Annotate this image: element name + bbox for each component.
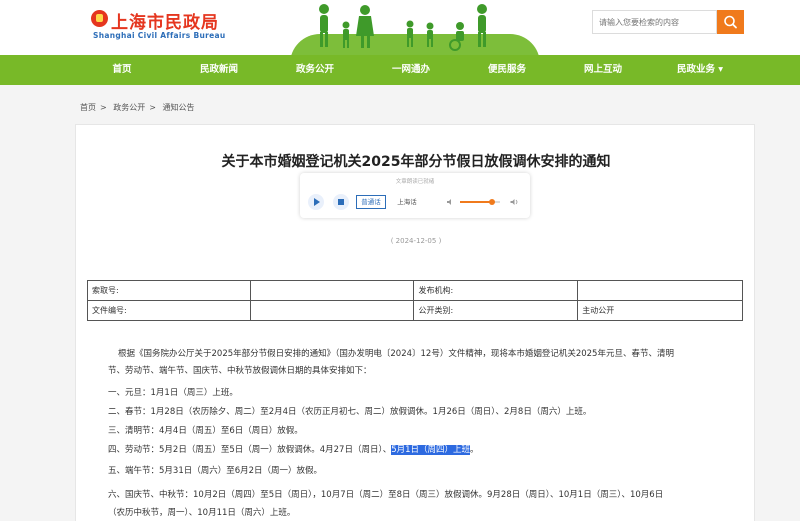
body-paragraph: 根据《国务院办公厅关于2025年部分节假日安排的通知》（国办发明电〔2024〕1… [118,349,674,359]
table-row: 文件编号: 公开类别: 主动公开 [87,300,743,321]
search-input[interactable] [592,10,717,34]
breadcrumb-separator: > [149,103,156,112]
audio-player: 文章朗读已就绪 普通话 上海话 [300,173,530,218]
list-item-text: 。 [470,445,479,455]
list-item: 二、春节：1月28日（农历除夕、周二）至2月4日（农历正月初七、周二）放假调休。… [108,407,592,417]
play-button[interactable] [308,194,324,210]
table-cell [249,280,415,301]
breadcrumb-home[interactable]: 首页 [80,103,96,112]
site-logo[interactable]: 上海市民政局 Shanghai Civil Affairs Bureau [91,8,225,44]
logo-title: 上海市民政局 [111,13,219,33]
table-cell [249,300,415,321]
emblem-icon [91,10,108,27]
volume-high-icon [510,199,518,205]
site-header: 上海市民政局 Shanghai Civil Affairs Bureau [0,0,800,64]
nav-item-business[interactable]: 民政业务 ▾ [677,55,723,85]
document-info-table: 索取号: 发布机构: 文件编号: 公开类别: 主动公开 [87,280,743,321]
volume-low-icon [447,199,451,205]
article-title: 关于本市婚姻登记机关2025年部分节假日放假调休安排的通知 [221,154,611,170]
shanghainese-toggle[interactable]: 上海话 [392,195,422,209]
list-item-text: 四、劳动节：5月2日（周五）至5日（周一）放假调休。4月27日（周日）、 [108,445,392,455]
list-item: （农历中秋节，周一）、10月11日（周六）上班。 [108,508,296,518]
breadcrumb-notices[interactable]: 通知公告 [163,103,195,112]
list-item: 六、国庆节、中秋节：10月2日（周四）至5日（周日），10月7日（周二）至8日（… [108,490,664,500]
breadcrumb-separator: > [100,103,107,112]
list-item: 五、端午节：5月31日（周六）至6月2日（周一）放假。 [108,466,323,476]
list-item: 三、清明节：4月4日（周五）至6日（周日）放假。 [108,426,303,436]
logo-subtitle: Shanghai Civil Affairs Bureau [93,31,226,40]
search-button[interactable] [717,10,744,34]
mandarin-toggle[interactable]: 普通话 [356,195,386,209]
breadcrumb: 首页 > 政务公开 > 通知公告 [80,102,199,113]
table-cell: 主动公开 [577,300,743,321]
table-cell [577,280,743,301]
nav-item-gov-affairs[interactable]: 政务公开 [296,55,334,85]
breadcrumb-gov-affairs[interactable]: 政务公开 [113,103,145,112]
family-silhouette-icon [319,4,487,51]
publish-date: ( 2024-12-05 ) [390,237,442,245]
volume-slider-fill [460,201,492,203]
player-status-text: 文章朗读已就绪 [395,179,435,185]
stop-button[interactable] [333,194,349,210]
nav-item-services[interactable]: 便民服务 [488,55,526,85]
table-cell: 发布机构: [413,280,579,301]
volume-slider[interactable] [460,199,500,205]
list-item: 一、元旦：1月1日（周三）上班。 [108,388,238,398]
selected-text[interactable]: 5月1日（周四）上班 [391,445,471,455]
table-cell: 索取号: [87,280,251,301]
nav-item-news[interactable]: 民政新闻 [200,55,238,85]
list-item: 四、劳动节：5月2日（周五）至5日（周一）放假调休。4月27日（周日）、5月1日… [108,442,479,459]
article-card: 关于本市婚姻登记机关2025年部分节假日放假调休安排的通知 文章朗读已就绪 普通… [75,124,755,521]
nav-item-home[interactable]: 首页 [112,55,131,85]
table-row: 索取号: 发布机构: [87,280,743,301]
table-cell: 公开类别: [413,300,579,321]
nav-item-one-stop[interactable]: 一网通办 [392,55,430,85]
table-cell: 文件编号: [87,300,251,321]
nav-item-interaction[interactable]: 网上互动 [584,55,622,85]
body-paragraph: 节、劳动节、端午节、国庆节、中秋节放假调休日期的具体安排如下： [108,366,372,376]
main-nav: 首页 民政新闻 政务公开 一网通办 便民服务 网上互动 民政业务 ▾ [0,55,800,85]
volume-slider-knob[interactable] [489,199,495,205]
search-icon [724,15,737,29]
